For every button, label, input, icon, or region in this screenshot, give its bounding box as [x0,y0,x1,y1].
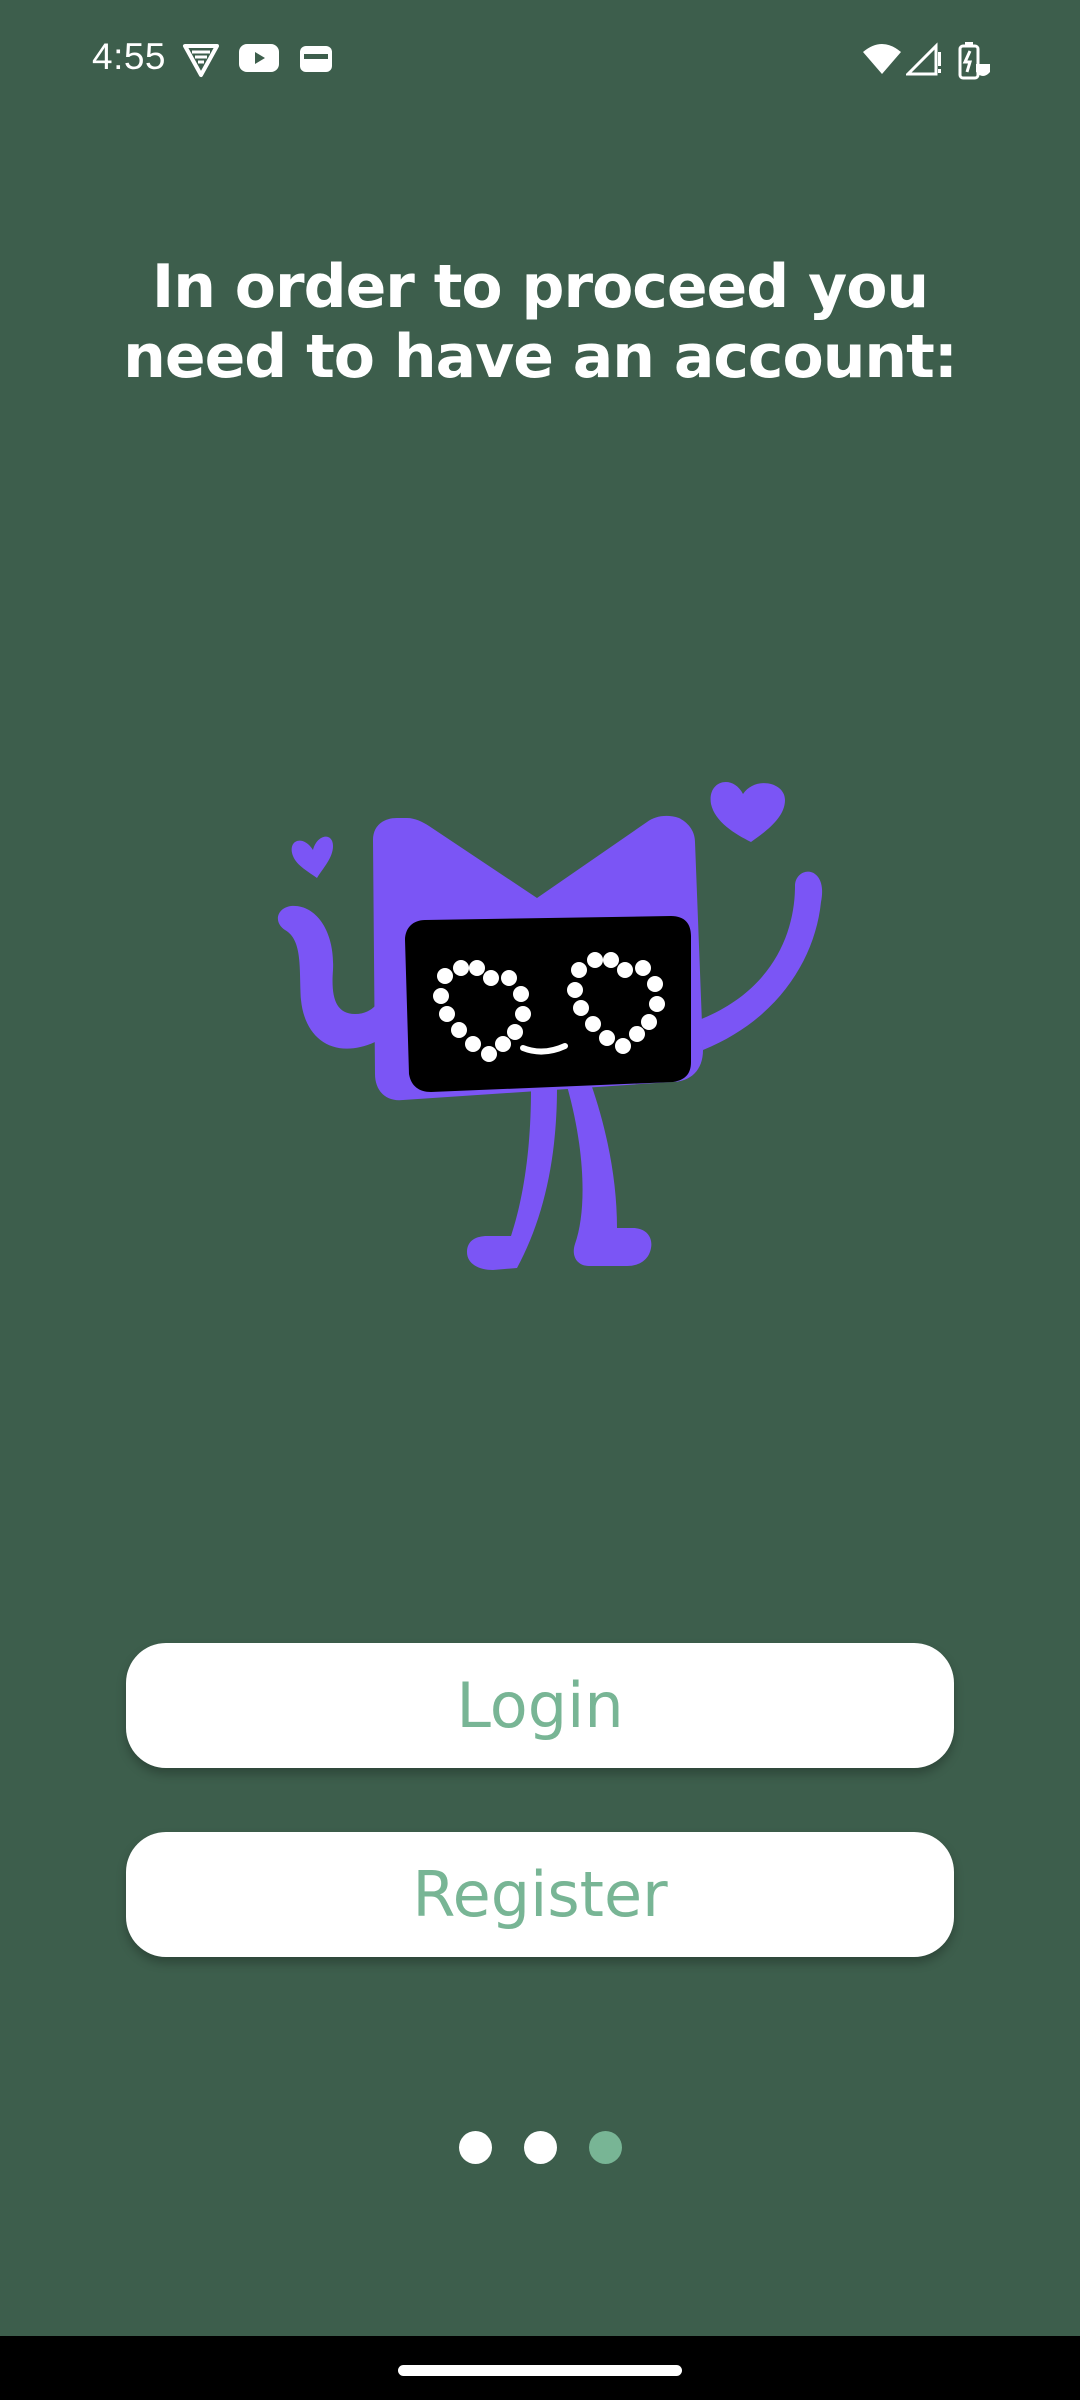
status-bar: 4:55 [0,0,1080,125]
login-button[interactable]: Login [126,1643,954,1768]
home-gesture-handle[interactable] [398,2365,682,2376]
register-button[interactable]: Register [126,1832,954,1957]
wifi-icon [863,44,901,74]
onboarding-screen: 4:55 In order to proceed you need to hav… [0,0,1080,2400]
page-indicator [459,2131,622,2164]
page-indicator-dot-2[interactable] [524,2131,557,2164]
youtube-icon [239,44,279,72]
big-heart-icon [710,781,785,842]
page-indicator-dot-1[interactable] [459,2131,492,2164]
battery-charging-icon [958,42,990,80]
small-heart-icon [291,836,333,878]
robot-mascot-illustration [277,781,823,1270]
page-indicator-dot-3-active[interactable] [589,2131,622,2164]
wallet-icon [300,46,332,72]
cell-signal-icon [906,42,941,76]
vpn-shield-icon [183,44,219,77]
onboarding-headline: In order to proceed you need to have an … [123,252,958,392]
status-time: 4:55 [92,36,167,77]
